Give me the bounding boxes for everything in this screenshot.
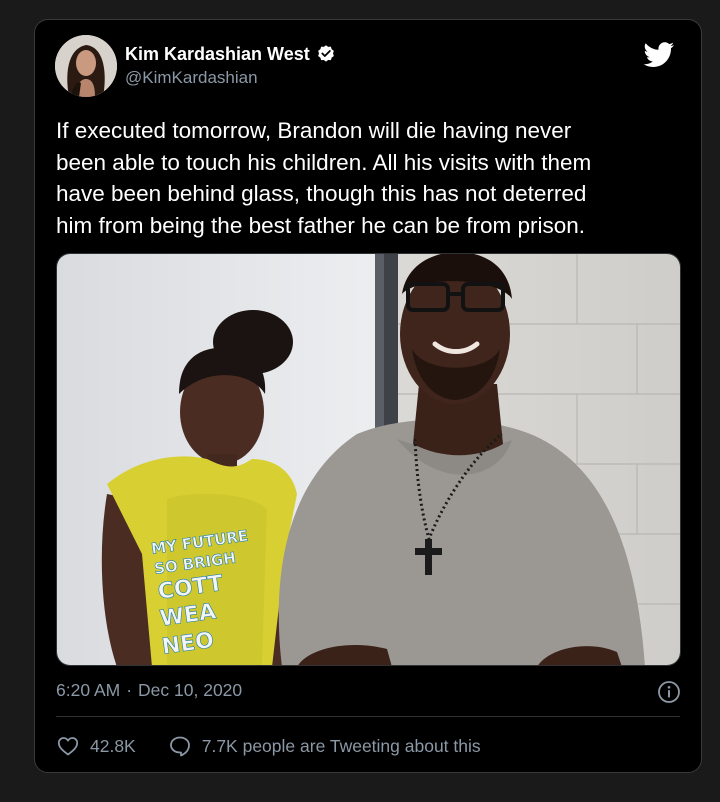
tweet-actions: 42.8K 7.7K people are Tweeting about thi… (56, 734, 513, 758)
avatar-image (55, 35, 117, 97)
info-icon[interactable] (657, 680, 681, 704)
author-handle[interactable]: @KimKardashian (125, 68, 258, 88)
twitter-bird-icon[interactable] (643, 42, 675, 68)
tweet-timestamp[interactable]: 6:20 AM · Dec 10, 2020 (56, 680, 242, 701)
like-count: 42.8K (90, 735, 136, 756)
conversation-label: 7.7K people are Tweeting about this (201, 735, 481, 756)
like-button[interactable]: 42.8K (56, 734, 136, 758)
timestamp-separator: · (126, 680, 133, 700)
heart-icon (57, 737, 79, 756)
author-display-name[interactable]: Kim Kardashian West (125, 44, 310, 65)
tweet-time: 6:20 AM (56, 680, 121, 700)
author-row[interactable]: Kim Kardashian West (125, 42, 336, 66)
verified-badge-icon (316, 44, 336, 64)
tweet-date: Dec 10, 2020 (138, 680, 243, 700)
tweet-text: If executed tomorrow, Brandon will die h… (56, 118, 592, 238)
avatar[interactable] (55, 35, 117, 97)
conversation-button[interactable]: 7.7K people are Tweeting about this (168, 734, 481, 758)
speech-bubble-icon (169, 736, 190, 757)
tweet-card: Kim Kardashian West @KimKardashian If ex… (34, 19, 702, 773)
divider (56, 716, 680, 717)
tweet-photo[interactable]: MY FUTURE SO BRIGH COTT WEA NEO (56, 253, 681, 666)
